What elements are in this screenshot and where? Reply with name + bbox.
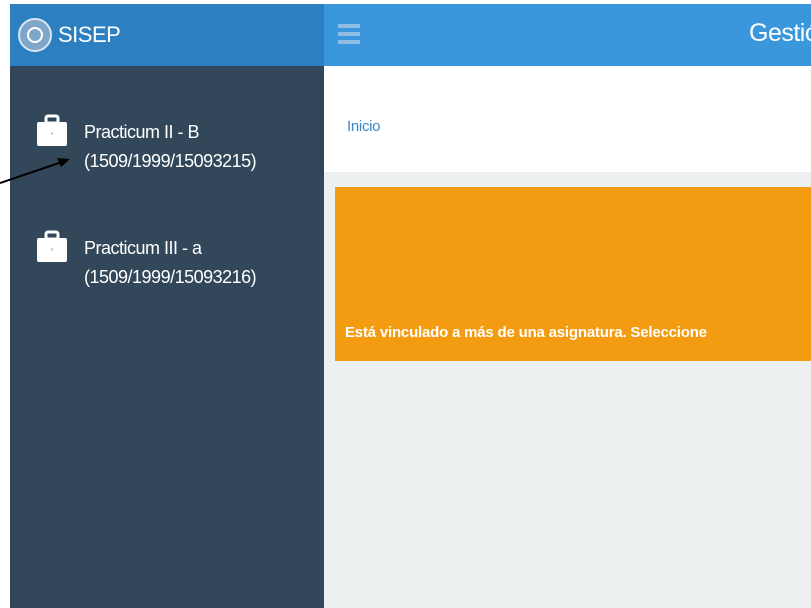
page-title: Gestión [749,19,811,47]
alert-message: Está vinculado a más de una asignatura. … [345,324,707,341]
annotation-arrow-icon [0,158,70,184]
brand-header[interactable]: SISEP [10,4,324,66]
briefcase-icon [37,230,67,262]
sidebar-item-title: Practicum II - B [84,122,200,142]
sidebar: SISEP Practicum II - B (1509/1999/150932… [10,4,324,608]
sidebar-item-code: (1509/1999/15093215) [84,151,257,171]
top-navbar: Gestión [324,4,811,66]
university-seal-logo [18,18,52,52]
sidebar-item-code: (1509/1999/15093216) [84,267,257,287]
hamburger-menu-icon[interactable] [338,24,360,48]
sidebar-item-title: Practicum III - a [84,238,202,258]
main-content: Está vinculado a más de una asignatura. … [324,172,811,608]
warning-alert: Está vinculado a más de una asignatura. … [335,187,811,361]
sidebar-item-practicum-ii-b[interactable]: Practicum II - B (1509/1999/15093215) [10,66,324,171]
breadcrumb: Inicio [324,66,811,173]
brand-name: SISEP [58,22,121,47]
breadcrumb-home-link[interactable]: Inicio [347,118,381,135]
briefcase-icon [37,114,67,146]
